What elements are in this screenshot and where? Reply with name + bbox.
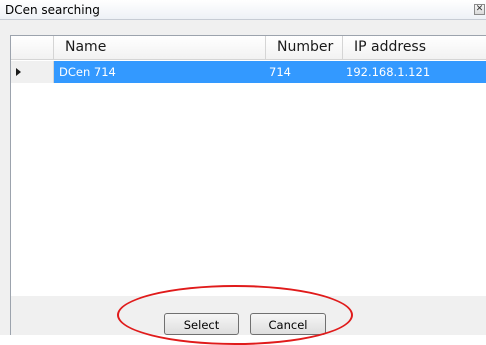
table-row[interactable]: DCen 714 714 192.168.1.121 — [11, 61, 486, 83]
column-header-ip-address[interactable]: IP address — [343, 36, 486, 60]
grid-header: Name Number IP address — [11, 36, 486, 60]
device-grid: Name Number IP address DCen 714 714 192.… — [10, 35, 486, 296]
column-header-name[interactable]: Name — [54, 36, 266, 60]
dcen-search-dialog: DCen searching ✕ Name Number IP address … — [0, 0, 486, 345]
cell-ip-address[interactable]: 192.168.1.121 — [343, 61, 486, 83]
column-header-number[interactable]: Number — [266, 36, 343, 60]
cell-number[interactable]: 714 — [266, 61, 343, 83]
button-bar — [10, 296, 486, 335]
select-button[interactable]: Select — [164, 313, 239, 335]
row-pointer-icon — [16, 68, 21, 76]
title-bar: DCen searching ✕ — [0, 0, 486, 20]
cancel-button[interactable]: Cancel — [250, 313, 326, 335]
close-icon[interactable]: ✕ — [474, 4, 485, 15]
row-indicator — [11, 61, 54, 83]
cell-name[interactable]: DCen 714 — [54, 61, 266, 83]
row-indicator-header — [11, 36, 54, 60]
window-title: DCen searching — [5, 3, 100, 17]
